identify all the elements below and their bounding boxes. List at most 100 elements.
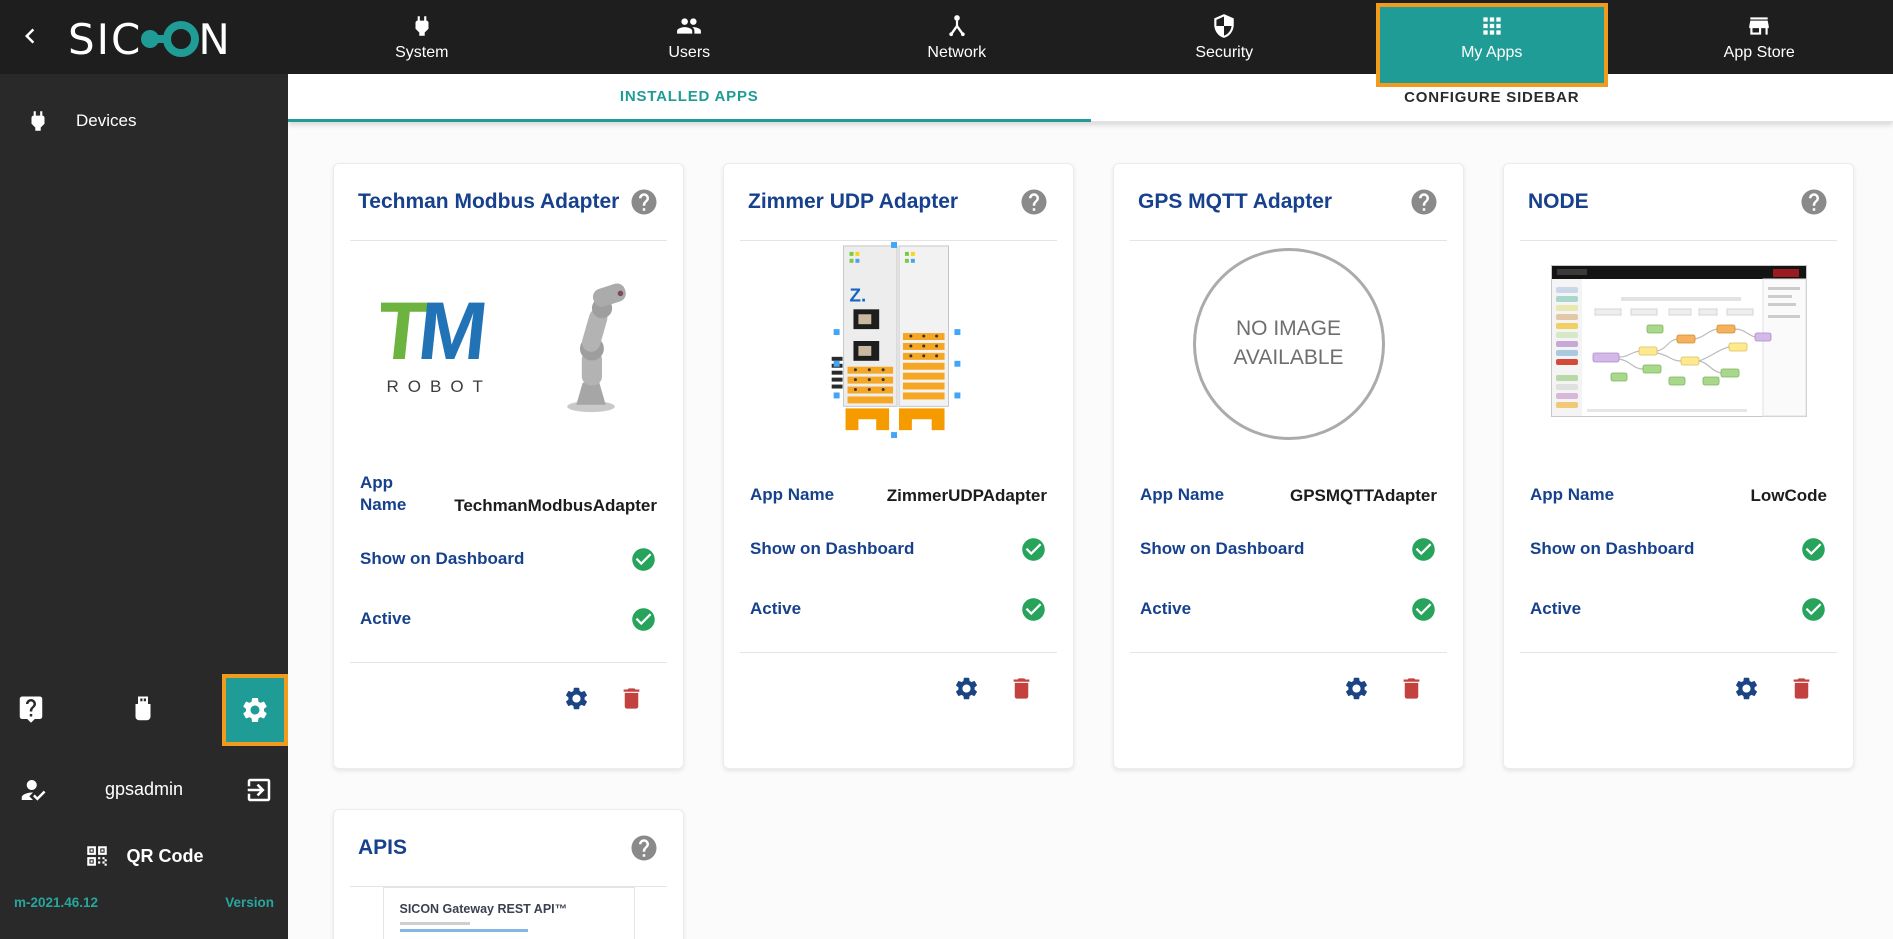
check-circle-icon[interactable] [1410, 596, 1437, 623]
top-nav-label: My Apps [1461, 43, 1523, 61]
app-name-value: ZimmerUDPAdapter [886, 486, 1047, 505]
version-value: m-2021.46.12 [14, 895, 99, 910]
app-card-actions [334, 663, 683, 712]
show-on-dashboard-label: Show on Dashboard [1530, 538, 1695, 558]
logout-icon[interactable] [244, 775, 274, 805]
app-card-image: Z. [724, 241, 1073, 446]
app-name-label: App Name [750, 484, 835, 504]
app-card-header: APIS [334, 810, 683, 886]
qr-code-icon [84, 843, 110, 869]
tm-robot-text: ROBOT [386, 376, 492, 396]
app-card-title: NODE [1528, 190, 1589, 213]
show-on-dashboard-row: Show on Dashboard [1530, 532, 1827, 566]
app-root: System Users Network Security My Apps Ap… [0, 0, 1893, 939]
app-card-header: Zimmer UDP Adapter [724, 164, 1073, 240]
qr-code-button[interactable]: QR Code [0, 825, 288, 887]
app-name-value: TechmanModbusAdapter [454, 496, 657, 516]
trash-icon[interactable] [618, 685, 645, 712]
help-circle-icon [1019, 187, 1049, 217]
gear-icon[interactable] [953, 675, 980, 702]
help-circle-icon [629, 833, 659, 863]
api-doc-subline [399, 922, 470, 925]
app-name-label: App Name [1140, 484, 1225, 504]
check-circle-icon[interactable] [1800, 536, 1827, 563]
gear-icon[interactable] [563, 685, 590, 712]
node-red-editor-graphic [1550, 265, 1807, 417]
no-image-placeholder: NO IMAGE AVAILABLE [1192, 247, 1385, 440]
app-card-title: Zimmer UDP Adapter [748, 190, 959, 213]
usb-icon[interactable] [128, 694, 158, 724]
show-on-dashboard-label: Show on Dashboard [360, 549, 525, 569]
show-on-dashboard-label: Show on Dashboard [750, 538, 915, 558]
app-help-button[interactable] [1409, 187, 1439, 217]
app-card-actions [1114, 653, 1463, 702]
gear-icon[interactable] [1733, 675, 1760, 702]
app-help-button[interactable] [1799, 187, 1829, 217]
app-help-button[interactable] [1019, 187, 1049, 217]
logo-link-graphic [141, 21, 200, 57]
back-button[interactable] [12, 17, 48, 57]
check-circle-icon[interactable] [1410, 536, 1437, 563]
active-label: Active [360, 609, 412, 629]
app-card-header: Techman Modbus Adapter [334, 164, 683, 240]
active-row: Active [1140, 592, 1437, 626]
svg-text:Z.: Z. [849, 284, 866, 305]
app-name-value: GPSMQTTAdapter [1289, 486, 1437, 505]
sidebar-user-row: gpsadmin [0, 755, 288, 825]
sidebar-footer-icons [0, 669, 288, 755]
app-name-row: App Name LowCode [1530, 472, 1827, 506]
app-card-details: App Name ZimmerUDPAdapter Show on Dashbo… [724, 446, 1073, 652]
top-nav-item-network[interactable]: Network [823, 0, 1091, 74]
app-help-button[interactable] [629, 187, 659, 217]
plug-icon [25, 108, 51, 134]
api-doc-title: SICON Gateway REST API™ [399, 902, 568, 916]
app-name-value: LowCode [1750, 486, 1828, 505]
app-card: NODE App Name LowCode Show on Dashboard … [1503, 163, 1854, 769]
active-row: Active [360, 602, 657, 636]
help-bubble-icon[interactable] [16, 694, 46, 724]
tm-logo-graphic: T M [381, 291, 492, 375]
check-circle-icon[interactable] [630, 546, 657, 573]
logo-text-right: N [198, 14, 232, 64]
gear-icon [240, 695, 270, 725]
no-image-text: NO IMAGE AVAILABLE [1233, 317, 1344, 369]
help-circle-icon [629, 187, 659, 217]
trash-icon[interactable] [1788, 675, 1815, 702]
app-card-title: GPS MQTT Adapter [1138, 190, 1333, 213]
plug-icon [409, 13, 435, 39]
trash-icon[interactable] [1008, 675, 1035, 702]
node-red-editor-image [1550, 265, 1807, 422]
app-card-details: App Name TechmanModbusAdapter Show on Da… [334, 446, 683, 662]
trash-icon[interactable] [1398, 675, 1425, 702]
top-nav-item-users[interactable]: Users [556, 0, 824, 74]
top-nav-item-my-apps[interactable]: My Apps [1358, 0, 1626, 87]
app-card: GPS MQTT Adapter NO IMAGE AVAILABLE App … [1113, 163, 1464, 769]
show-on-dashboard-row: Show on Dashboard [360, 542, 657, 576]
check-circle-icon[interactable] [1800, 596, 1827, 623]
content-area: Techman Modbus Adapter T M ROBOT App Nam… [288, 122, 1893, 939]
logo-text-left: SIC [68, 14, 143, 64]
sidebar-item-devices[interactable]: Devices [0, 96, 288, 146]
check-circle-icon[interactable] [1020, 596, 1047, 623]
sidebar-header: SIC N [0, 0, 288, 74]
top-nav-item-app-store[interactable]: App Store [1626, 0, 1893, 74]
show-on-dashboard-label: Show on Dashboard [1140, 538, 1305, 558]
top-nav-label: System [395, 43, 449, 61]
app-card-image [1504, 241, 1853, 446]
sidebar-footer: gpsadmin QR Code m-2021.46.12 Version [0, 669, 288, 939]
apps-grid-icon [1479, 13, 1505, 39]
active-row: Active [750, 592, 1047, 626]
app-help-button[interactable] [629, 833, 659, 863]
top-nav-item-system[interactable]: System [288, 0, 556, 74]
check-circle-icon[interactable] [630, 606, 657, 633]
tab-installed-apps[interactable]: INSTALLED APPS [288, 74, 1091, 122]
storefront-icon [1746, 13, 1772, 39]
gear-icon[interactable] [1343, 675, 1370, 702]
app-card-actions [1504, 653, 1853, 702]
app-card-details: App Name GPSMQTTAdapter Show on Dashboar… [1114, 446, 1463, 652]
check-circle-icon[interactable] [1020, 536, 1047, 563]
active-label: Active [750, 598, 802, 618]
settings-button[interactable] [222, 674, 288, 746]
top-nav-item-security[interactable]: Security [1091, 0, 1359, 74]
shield-icon [1211, 13, 1237, 39]
